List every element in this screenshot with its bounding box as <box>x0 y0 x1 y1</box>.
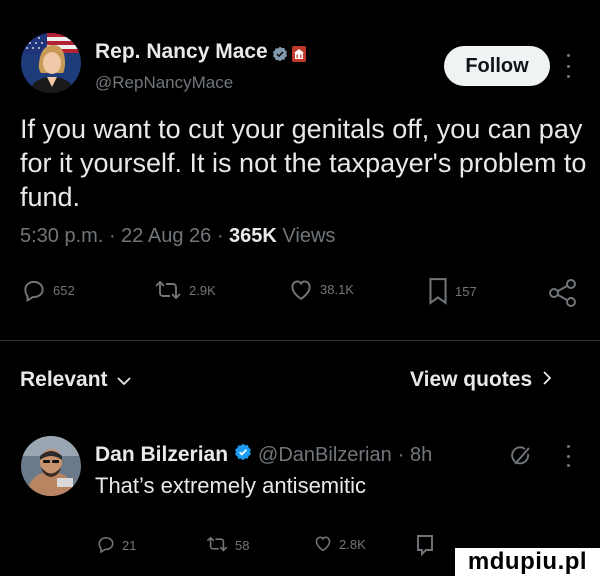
reply-like-button[interactable]: 2.8K <box>313 534 366 555</box>
views-count: 365K <box>229 225 277 247</box>
view-quotes-label: View quotes <box>410 368 533 391</box>
bookmark-icon <box>427 277 449 305</box>
reply-reply-count: 21 <box>122 538 137 553</box>
reply-icon <box>96 534 116 557</box>
meta-separator: · <box>108 225 122 247</box>
post-time[interactable]: 5:30 p.m. <box>20 225 103 247</box>
follow-button[interactable]: Follow <box>444 46 550 86</box>
more-options-icon[interactable] <box>565 54 571 78</box>
reply-author-name[interactable]: Dan Bilzerian <box>95 443 228 467</box>
post-meta: 5:30 p.m. · 22 Aug 26 · 365K Views <box>20 225 335 248</box>
share-icon <box>548 279 578 307</box>
reply-icon <box>21 277 47 303</box>
verified-badge-icon <box>272 44 288 62</box>
divider <box>0 340 600 341</box>
repost-button[interactable]: 2.9K <box>153 277 216 303</box>
chevron-right-icon <box>542 368 552 392</box>
reply-more-options-icon[interactable] <box>565 445 571 467</box>
share-button[interactable] <box>548 279 578 307</box>
reply-repost-button[interactable]: 58 <box>205 534 249 557</box>
author-name-row[interactable]: Rep. Nancy Mace <box>95 40 306 64</box>
post-text: If you want to cut your genitals off, yo… <box>20 114 587 212</box>
reply-repost-count: 58 <box>235 538 250 553</box>
reply-author-avatar[interactable] <box>21 436 81 496</box>
view-quotes-link[interactable]: View quotes <box>410 368 552 392</box>
sort-dropdown[interactable]: Relevant <box>20 368 132 392</box>
reply-views-button[interactable] <box>415 534 435 559</box>
bookmark-count: 157 <box>455 283 477 299</box>
sort-label: Relevant <box>20 368 108 391</box>
chevron-down-icon <box>116 368 132 392</box>
reply-age[interactable]: · 8h <box>398 444 432 467</box>
heart-icon <box>313 534 333 555</box>
reply-author-row[interactable]: Dan Bilzerian @DanBilzerian · 8h <box>95 443 432 467</box>
author-handle[interactable]: @RepNancyMace <box>95 73 233 93</box>
author-name[interactable]: Rep. Nancy Mace <box>95 40 268 64</box>
grok-icon[interactable] <box>510 446 532 471</box>
bookmark-button[interactable]: 157 <box>427 277 477 305</box>
reply-count: 652 <box>53 282 75 298</box>
author-avatar[interactable] <box>21 33 81 93</box>
meta-separator: · <box>216 225 230 247</box>
like-button[interactable]: 38.1K <box>288 277 354 301</box>
repost-icon <box>153 277 183 303</box>
views-icon <box>415 534 435 559</box>
like-count: 38.1K <box>320 281 354 297</box>
reply-author-handle[interactable]: @DanBilzerian <box>258 444 392 467</box>
heart-icon <box>288 277 314 301</box>
repost-icon <box>205 534 229 557</box>
reply-reply-button[interactable]: 21 <box>96 534 136 557</box>
government-badge-icon <box>291 44 306 62</box>
watermark-logo: mdupiu.pl <box>455 548 600 576</box>
reply-like-count: 2.8K <box>339 537 366 552</box>
post-date[interactable]: 22 Aug 26 <box>121 225 211 247</box>
views-label: Views <box>282 225 336 247</box>
reply-button[interactable]: 652 <box>21 277 75 303</box>
verified-badge-icon <box>234 443 252 467</box>
repost-count: 2.9K <box>189 282 216 298</box>
reply-text: That’s extremely antisemitic <box>95 473 367 498</box>
